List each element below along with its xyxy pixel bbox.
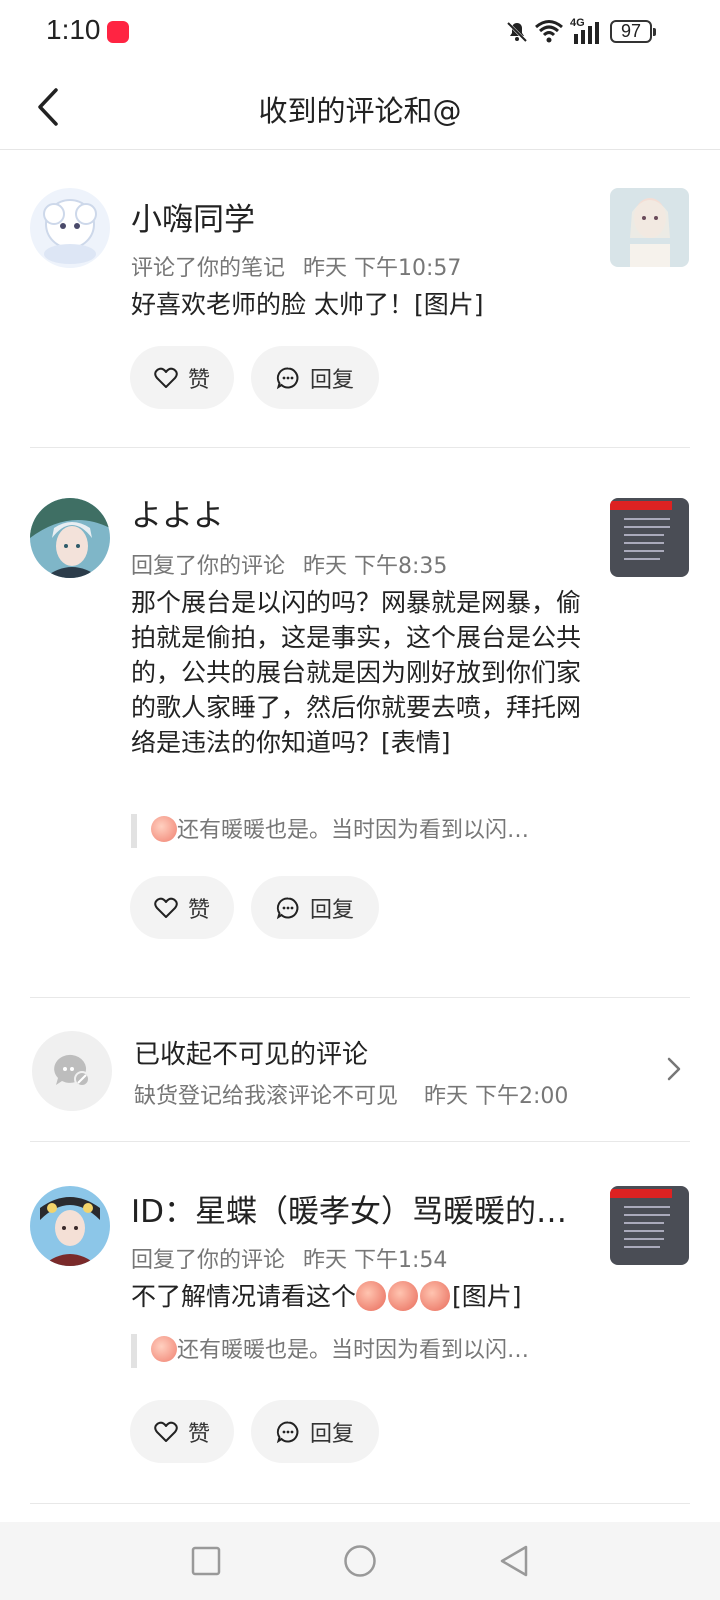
action-text: 回复了你的评论 [131,1248,286,1273]
chat-bubble-icon [276,367,299,389]
quoted-comment[interactable]: 还有暖暖也是。当时因为看到以闪… [131,814,571,848]
crying-emoji-icon [151,1336,177,1362]
crying-emoji-icon [151,816,177,842]
like-button[interactable]: 赞 [130,1400,234,1463]
timestamp: 昨天 下午10:57 [303,256,462,281]
user-name[interactable]: 小嗨同学 [131,194,255,239]
timestamp: 昨天 下午2:00 [424,1084,569,1109]
circle-icon [344,1545,376,1577]
collapsed-title: 已收起不可见的评论 [134,1040,369,1070]
crying-emoji-icon [356,1281,387,1311]
mute-icon [505,20,529,44]
recent-apps-button[interactable] [185,1540,227,1582]
status-time: 1:10 [46,14,101,45]
reply-label: 回复 [309,1421,354,1447]
chevron-right-icon [662,1052,686,1086]
user-name[interactable]: よよよ [131,490,224,535]
crying-emoji-icon [420,1281,451,1311]
collapsed-text: 缺货登记给我滚评论不可见 [134,1084,399,1109]
reply-label: 回复 [309,367,354,393]
avatar[interactable] [30,188,110,268]
top-bar: 收到的评论和@ [0,64,720,150]
wifi-icon [534,18,564,44]
crying-emoji-icon [388,1281,419,1311]
comment-item[interactable]: よよよ 回复了你的评论 昨天 下午8:35 那个展台是以闪的吗？网暴就是网暴，偷拍… [0,448,720,998]
status-bar: 1:10 4G 97 [0,0,720,64]
comment-text[interactable]: 好喜欢老师的脸 太帅了！[图片] [131,287,581,322]
reply-button[interactable]: 回复 [251,1400,379,1463]
avatar[interactable] [30,498,110,578]
comment-text-main: 不了解情况请看这个 [131,1282,357,1311]
comment-meta: 评论了你的笔记 昨天 下午10:57 [131,250,461,282]
comment-text-suffix: [图片] [452,1282,522,1311]
action-text: 回复了你的评论 [131,554,286,579]
chat-bubble-icon [276,897,299,919]
collapsed-subtitle: 缺货登记给我滚评论不可见 昨天 下午2:00 [134,1078,568,1110]
like-button[interactable]: 赞 [130,346,234,409]
comment-item[interactable]: ID：星蝶（暖孝女）骂暖暖的… 回复了你的评论 昨天 下午1:54 不了解情况请看… [0,1142,720,1510]
system-nav-bar [0,1522,720,1600]
reply-label: 回复 [309,897,354,923]
comment-meta: 回复了你的评论 昨天 下午8:35 [131,548,447,580]
heart-icon [154,897,178,918]
chat-bubble-icon [276,1421,299,1443]
page-title: 收到的评论和@ [258,94,462,128]
note-thumbnail[interactable] [610,498,689,577]
comment-meta: 回复了你的评论 昨天 下午1:54 [131,1242,447,1274]
avatar[interactable] [30,1186,110,1266]
like-label: 赞 [187,897,210,923]
quote-text: 还有暖暖也是。当时因为看到以闪… [177,818,530,843]
reply-button[interactable]: 回复 [251,876,379,939]
heart-icon [154,367,178,388]
signal-icon [572,20,604,44]
comment-text[interactable]: 那个展台是以闪的吗？网暴就是网暴，偷拍就是偷拍，这是事实，这个展台是公共的，公共… [131,585,581,760]
reply-button[interactable]: 回复 [251,346,379,409]
note-thumbnail[interactable] [610,1186,689,1265]
like-label: 赞 [187,1421,210,1447]
heart-icon [154,1421,178,1442]
timestamp: 昨天 下午1:54 [303,1248,448,1273]
battery-indicator: 97 [610,20,656,43]
action-text: 评论了你的笔记 [131,256,286,281]
like-label: 赞 [187,367,210,393]
home-button[interactable] [339,1540,381,1582]
system-back-button[interactable] [493,1540,535,1582]
timestamp: 昨天 下午8:35 [303,554,448,579]
like-button[interactable]: 赞 [130,876,234,939]
comment-text[interactable]: 不了解情况请看这个 [图片] [131,1279,581,1314]
hidden-comment-icon [32,1031,112,1111]
quote-text: 还有暖暖也是。当时因为看到以闪… [177,1338,530,1363]
square-icon [191,1546,221,1576]
app-notification-icon [107,21,129,43]
note-thumbnail[interactable] [610,188,689,267]
user-name[interactable]: ID：星蝶（暖孝女）骂暖暖的… [131,1186,581,1231]
collapsed-comments-row[interactable]: 已收起不可见的评论 缺货登记给我滚评论不可见 昨天 下午2:00 [0,998,720,1142]
quoted-comment[interactable]: 还有暖暖也是。当时因为看到以闪… [131,1334,571,1368]
divider [30,1503,690,1504]
comment-item[interactable]: 小嗨同学 评论了你的笔记 昨天 下午10:57 好喜欢老师的脸 太帅了！[图片] … [0,150,720,448]
triangle-back-icon [500,1545,528,1577]
